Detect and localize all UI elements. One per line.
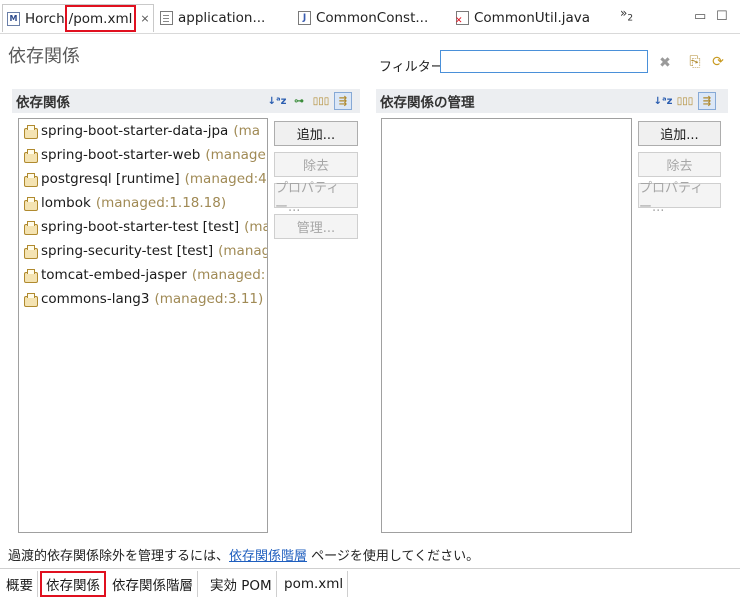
dependencies-section-title: 依存関係 [16,95,70,111]
tab-pom-label: /pom.xml [68,10,133,27]
tab-label: application... [178,10,266,26]
dependency-managed-version: (managed:3.11) [154,291,264,307]
dependency-name: spring-security-test [test] [41,243,214,259]
jar-icon [23,268,38,283]
minimize-icon[interactable]: ▭ [694,9,706,24]
sort-az-icon[interactable]: ↓ᵃz [268,92,287,110]
dependencies-section-header: 依存関係 ↓ᵃz ⊶ ▯▯▯ ⇶ [12,89,360,113]
show-groupid-icon[interactable]: ▯▯▯ [312,92,330,110]
tab-label: CommonConst... [316,10,429,26]
jar-icon [23,244,38,259]
show-groupid-icon[interactable]: ▯▯▯ [676,92,694,110]
show-managed-icon[interactable]: ⇶ [334,92,352,110]
dependency-item[interactable]: spring-security-test [test] (manag [19,239,267,263]
tab-effective-pom[interactable]: 実効 POM [206,571,277,597]
jar-icon [23,124,38,139]
tab-prefix: Horch [25,10,65,27]
management-section-title: 依存関係の管理 [380,95,475,111]
jar-icon [23,148,38,163]
tab-label: CommonUtil.java [474,10,591,26]
editor-tab-bar: M Horch /pom.xml ⨯ application... J Comm… [0,0,740,34]
tab-pom-xml[interactable]: pom.xml [280,571,349,597]
dependency-properties-button[interactable]: プロパティー... [274,181,358,215]
remove-managed-dependency-button[interactable]: 除去 [638,152,721,177]
dependency-managed-version: (ma [233,123,261,139]
dependency-name: spring-boot-starter-web [41,147,201,163]
page-title: 依存関係 [8,46,80,67]
dependency-name: postgresql [runtime] [41,171,180,187]
tab-overflow-button[interactable]: »2 [620,6,633,23]
dependency-managed-version: (managed:1.18.18) [95,195,227,211]
pom-editor-page-tabs: 概要 依存関係 依存関係階層 実効 POM pom.xml [0,568,740,600]
dependency-managed-version: (managed: [191,267,266,283]
editor-tab-pom[interactable]: M Horch /pom.xml ⨯ [2,4,154,32]
close-icon[interactable]: ⨯ [140,12,149,25]
add-managed-dependency-button[interactable]: 追加... [638,121,721,146]
tab-dependency-hierarchy[interactable]: 依存関係階層 [108,571,198,597]
hint-text-after: ページを使用してください。 [307,549,480,564]
add-dependency-button[interactable]: 追加... [274,121,358,146]
managed-dependency-properties-button[interactable]: プロパティー... [638,181,721,215]
editor-tab-commonconst[interactable]: J CommonConst... [298,4,428,32]
dependency-managed-version: (manag [218,243,267,259]
management-section-header: 依存関係の管理 ↓ᵃz ▯▯▯ ⇶ [376,89,728,113]
dependency-item[interactable]: spring-boot-starter-test [test] (ma [19,215,267,239]
maximize-icon[interactable]: ☐ [716,9,728,24]
jar-icon [23,172,38,187]
dependency-hierarchy-link[interactable]: 依存関係階層 [229,549,307,564]
dependencies-list[interactable]: spring-boot-starter-data-jpa (ma spring-bo… [18,118,268,533]
overflow-count: 2 [627,13,634,24]
tab-dependencies[interactable]: 依存関係 [40,571,106,597]
refresh-icon[interactable]: ⟳ [709,53,727,71]
hierarchy-icon[interactable]: ⊶ [290,92,308,110]
jar-icon [23,220,38,235]
editor-tab-application[interactable]: application... [160,4,265,32]
dependency-managed-version: (manage [205,147,266,163]
jar-icon [23,292,38,307]
dependency-name: spring-boot-starter-test [test] [41,219,240,235]
tab-pom-highlight: /pom.xml [64,5,137,32]
dependency-name: tomcat-embed-jasper [41,267,187,283]
dependency-item[interactable]: spring-boot-starter-web (manage [19,143,267,167]
jar-icon [23,196,38,211]
dependency-managed-version: (managed:42 [184,171,267,187]
java-error-file-icon [455,11,469,26]
filter-input[interactable] [440,50,648,73]
properties-file-icon [160,11,173,25]
dependency-name: lombok [41,195,91,211]
dependency-name: commons-lang3 [41,291,150,307]
filter-label: フィルター: [379,60,449,75]
dependency-item[interactable]: spring-boot-starter-data-jpa (ma [19,119,267,143]
exclusion-hint: 過渡的依存関係除外を管理するには、依存関係階層 ページを使用してください。 [8,545,479,564]
add-dependency-toolbar-icon[interactable]: ⎘ [686,53,704,71]
tab-overview[interactable]: 概要 [2,571,38,597]
dependency-item[interactable]: lombok (managed:1.18.18) [19,191,267,215]
manage-dependency-button[interactable]: 管理... [274,214,358,239]
clear-filter-icon[interactable]: ✖ [656,54,674,72]
editor-tab-commonutil[interactable]: CommonUtil.java [455,4,591,32]
maven-pom-icon: M [7,11,20,26]
sort-az-icon[interactable]: ↓ᵃz [654,92,673,110]
show-managed-icon[interactable]: ⇶ [698,92,716,110]
java-file-icon: J [298,11,311,25]
dependency-management-list[interactable] [381,118,632,533]
dependency-name: spring-boot-starter-data-jpa [41,123,229,139]
dependency-managed-version: (ma [244,219,267,235]
dependency-item[interactable]: tomcat-embed-jasper (managed: [19,263,267,287]
hint-text-before: 過渡的依存関係除外を管理するには、 [8,549,230,564]
remove-dependency-button[interactable]: 除去 [274,152,358,177]
dependency-item[interactable]: commons-lang3 (managed:3.11) [19,287,267,311]
dependency-item[interactable]: postgresql [runtime] (managed:42 [19,167,267,191]
